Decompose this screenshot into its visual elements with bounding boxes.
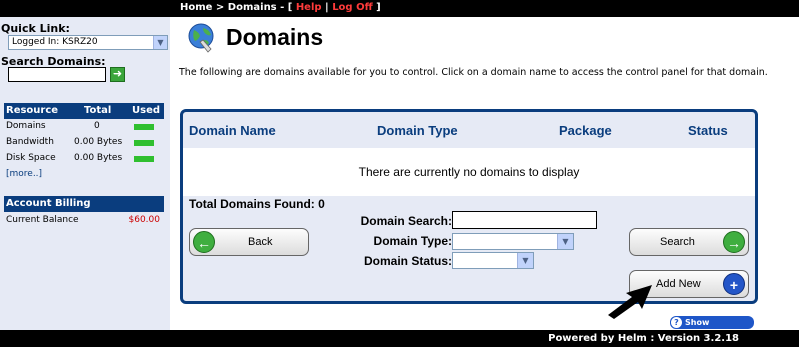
column-domain-name[interactable]: Domain Name [189, 123, 276, 138]
search-button-label: Search [660, 236, 695, 248]
resource-row-disk-space: Disk Space 0.00 Bytes [4, 151, 164, 167]
domain-search-input[interactable] [452, 211, 597, 229]
quick-link-select[interactable]: Logged In: KSRZ20 ▼ [8, 35, 168, 50]
usage-bar [134, 156, 154, 162]
chevron-down-icon[interactable]: ▼ [517, 253, 533, 268]
domains-panel: Domain Name Domain Type Package Status T… [180, 109, 758, 304]
column-package[interactable]: Package [559, 123, 612, 138]
page-title: Domains [226, 24, 324, 50]
empty-table-message: There are currently no domains to displa… [183, 148, 755, 196]
usage-bar [134, 140, 154, 146]
log-off-link[interactable]: Log Off [332, 2, 372, 13]
chevron-down-icon[interactable]: ▼ [153, 36, 167, 49]
domain-status-select[interactable]: ▼ [452, 252, 534, 269]
resource-row-bandwidth: Bandwidth 0.00 Bytes [4, 135, 164, 151]
resource-total: 0.00 Bytes [74, 137, 123, 147]
current-balance-row: Current Balance $60.00 [4, 214, 164, 228]
plus-icon: + [723, 273, 745, 295]
domain-status-label: Domain Status: [363, 254, 452, 268]
arrow-right-icon: → [723, 231, 745, 253]
resource-total: 0 [94, 121, 100, 131]
link-separator: | [321, 2, 333, 13]
domain-search-label: Domain Search: [360, 214, 452, 228]
arrow-right-icon[interactable]: ➜ [110, 67, 125, 82]
current-balance-label: Current Balance [6, 215, 79, 225]
globe-icon [188, 23, 214, 53]
total-domains-found: Total Domains Found: 0 [189, 197, 325, 211]
resource-total: 0.00 Bytes [74, 153, 123, 163]
resource-header: Resource [6, 105, 59, 116]
domain-type-select[interactable]: ▼ [452, 233, 574, 250]
usage-bar [134, 124, 154, 130]
breadcrumb-separator: > [212, 2, 228, 13]
column-domain-type[interactable]: Domain Type [377, 123, 458, 138]
domains-table-header: Domain Name Domain Type Package Status [183, 112, 755, 148]
quick-link-value: Logged In: KSRZ20 [12, 37, 98, 47]
chevron-down-icon[interactable]: ▼ [557, 234, 573, 249]
breadcrumb-bracket-close: ] [372, 2, 381, 13]
footer: Powered by Helm : Version 3.2.18 [0, 330, 799, 347]
resource-name: Domains [6, 121, 46, 131]
search-button[interactable]: Search → [629, 228, 749, 256]
more-resources-link[interactable]: [more..] [6, 169, 42, 179]
used-header: Used [132, 105, 161, 116]
sidebar: Quick Link: Logged In: KSRZ20 ▼ Search D… [0, 17, 170, 330]
resource-name: Disk Space [6, 153, 56, 163]
total-header: Total [84, 105, 112, 116]
account-billing-header: Account Billing [4, 196, 164, 212]
back-button-label: Back [248, 236, 273, 248]
search-domains-input[interactable] [8, 67, 106, 82]
show-quickhelp-button[interactable]: ? Show QuickHelp [670, 316, 754, 340]
pointer-arrow-icon [608, 285, 652, 319]
arrow-left-icon: ← [193, 231, 215, 253]
resource-name: Bandwidth [6, 137, 54, 147]
resource-row-domains: Domains 0 [4, 119, 164, 135]
breadcrumb-bracket-open: - [ [276, 2, 296, 13]
footer-text: Powered by Helm : Version 3.2.18 [548, 333, 739, 344]
column-status[interactable]: Status [688, 123, 728, 138]
breadcrumb-domains: Domains [227, 2, 277, 13]
help-icon: ? [671, 317, 682, 328]
breadcrumb-home-link[interactable]: Home [180, 2, 212, 13]
domain-type-label: Domain Type: [373, 234, 452, 248]
quick-link-label: Quick Link: [1, 22, 70, 35]
help-link[interactable]: Help [296, 2, 322, 13]
back-button[interactable]: ← Back [189, 228, 309, 256]
add-new-button-label: Add New [656, 278, 701, 290]
resource-table-header: Resource Total Used [4, 103, 164, 119]
page-description: The following are domains available for … [179, 67, 768, 78]
breadcrumb: Home > Domains - [ Help | Log Off ] [180, 2, 381, 13]
current-balance-value: $60.00 [128, 215, 161, 225]
top-nav-bar: Home > Domains - [ Help | Log Off ] [0, 0, 799, 17]
